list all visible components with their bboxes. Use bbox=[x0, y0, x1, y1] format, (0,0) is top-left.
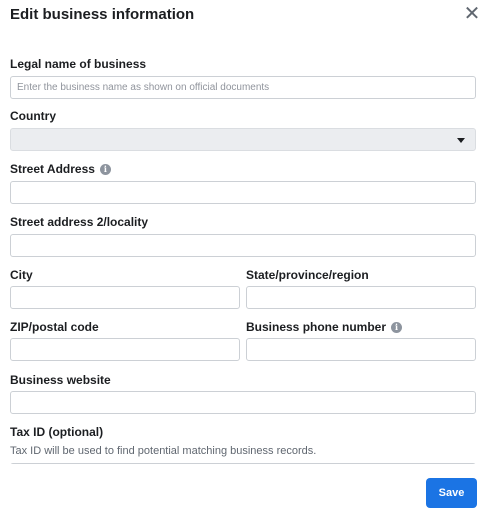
city-input[interactable] bbox=[10, 286, 240, 309]
street-address-2-input[interactable] bbox=[10, 234, 476, 257]
close-icon[interactable]: ✕ bbox=[462, 4, 482, 24]
chevron-down-icon bbox=[457, 138, 465, 143]
state-input[interactable] bbox=[246, 286, 476, 309]
save-button[interactable]: Save bbox=[426, 478, 477, 508]
phone-label: Business phone number i bbox=[246, 320, 403, 334]
zip-label: ZIP/postal code bbox=[10, 320, 99, 334]
country-label: Country bbox=[10, 109, 56, 123]
state-label-text: State/province/region bbox=[246, 268, 369, 282]
country-select[interactable] bbox=[10, 128, 476, 151]
tax-id-label-text: Tax ID (optional) bbox=[10, 425, 104, 439]
city-label-text: City bbox=[10, 268, 33, 282]
website-label-text: Business website bbox=[10, 373, 111, 387]
legal-name-label: Legal name of business bbox=[10, 57, 146, 71]
zip-input[interactable] bbox=[10, 338, 240, 361]
street-address-2-label: Street address 2/locality bbox=[10, 215, 148, 229]
website-label: Business website bbox=[10, 373, 111, 387]
legal-name-label-text: Legal name of business bbox=[10, 57, 147, 71]
city-label: City bbox=[10, 268, 33, 282]
form-body: Legal name of business Enter the busines… bbox=[0, 40, 483, 465]
edit-business-dialog: Edit business information ✕ Legal name o… bbox=[0, 0, 483, 510]
street-address-label-text: Street Address bbox=[10, 162, 95, 176]
street-address-input[interactable] bbox=[10, 181, 476, 204]
tax-id-helper: Tax ID will be used to find potential ma… bbox=[10, 445, 317, 457]
legal-name-input[interactable]: Enter the business name as shown on offi… bbox=[10, 76, 476, 99]
legal-name-placeholder: Enter the business name as shown on offi… bbox=[17, 82, 270, 93]
street-address-2-label-text: Street address 2/locality bbox=[10, 215, 149, 229]
state-label: State/province/region bbox=[246, 268, 369, 282]
zip-label-text: ZIP/postal code bbox=[10, 320, 99, 334]
dialog-title: Edit business information bbox=[10, 6, 195, 23]
street-address-label: Street Address i bbox=[10, 162, 111, 176]
tax-id-label: Tax ID (optional) bbox=[10, 425, 103, 439]
phone-label-text: Business phone number bbox=[246, 320, 387, 334]
info-icon[interactable]: i bbox=[99, 163, 111, 175]
country-label-text: Country bbox=[10, 109, 56, 123]
info-icon[interactable]: i bbox=[391, 321, 403, 333]
dialog-footer bbox=[0, 464, 483, 510]
website-input[interactable] bbox=[10, 391, 476, 414]
phone-input[interactable] bbox=[246, 338, 476, 361]
